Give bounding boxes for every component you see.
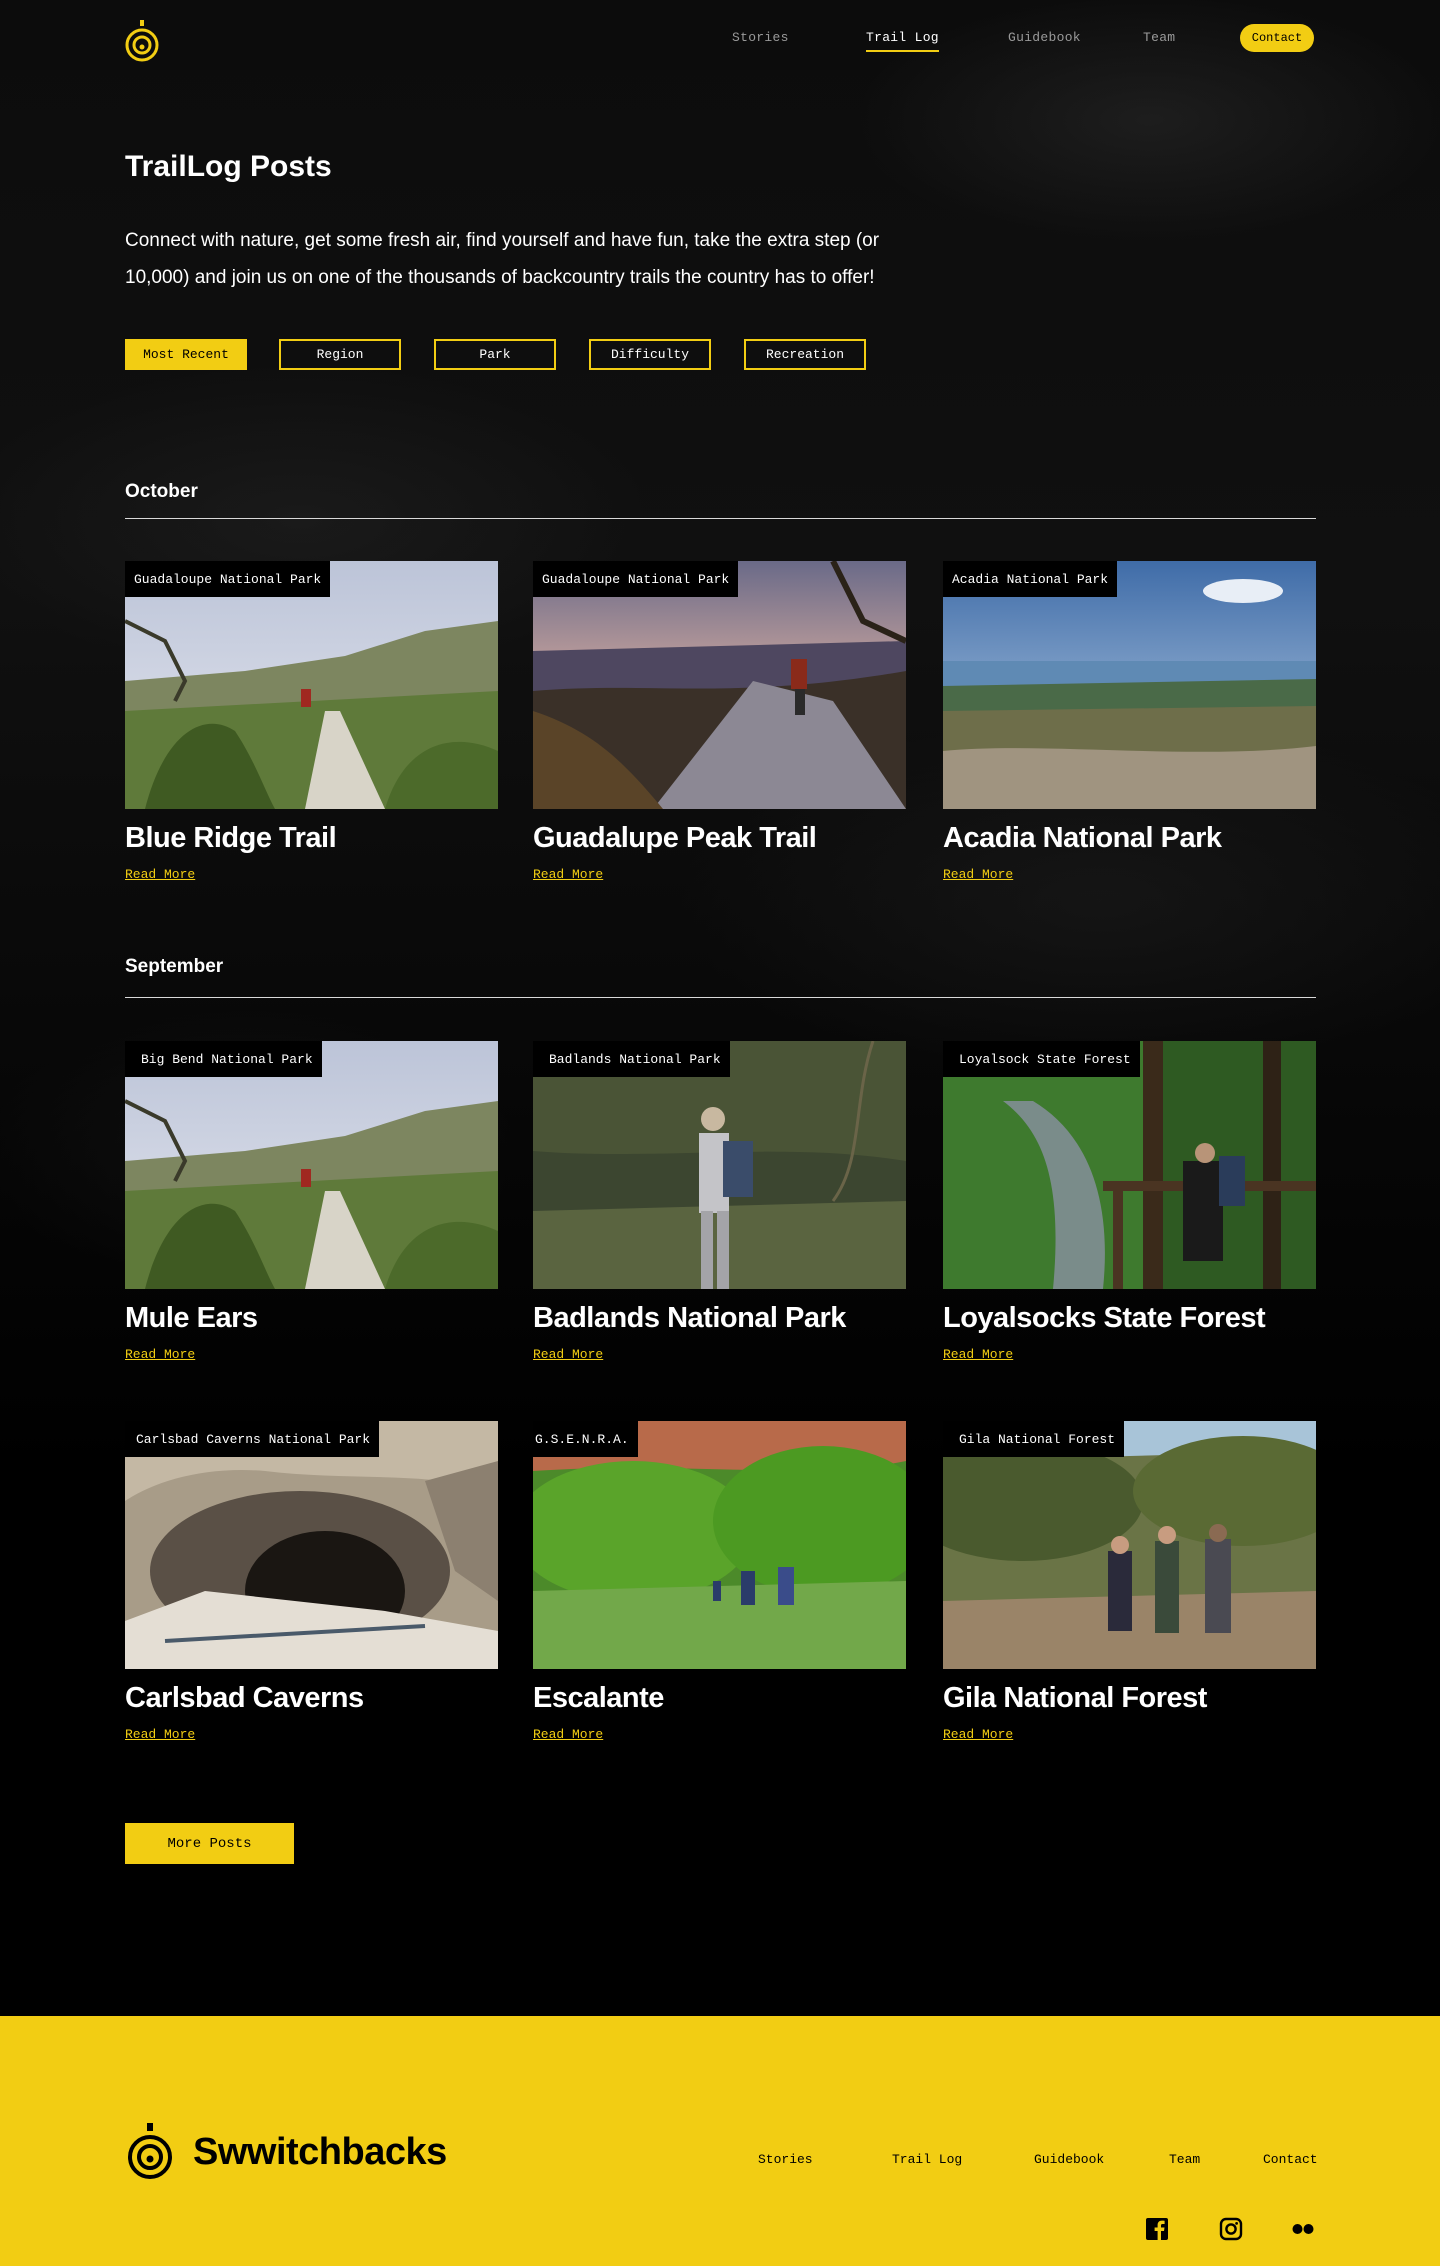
- park-tag: G.S.E.N.R.A.: [533, 1421, 638, 1457]
- filter-park[interactable]: Park: [434, 339, 556, 370]
- footer-link-contact[interactable]: Contact: [1263, 2152, 1318, 2167]
- nav-link-stories[interactable]: Stories: [732, 30, 789, 45]
- read-more-link[interactable]: Read More: [125, 1727, 195, 1742]
- instagram-icon[interactable]: [1219, 2217, 1243, 2241]
- post-title[interactable]: Guadalupe Peak Trail: [533, 822, 906, 855]
- read-more-link[interactable]: Read More: [943, 1727, 1013, 1742]
- post-card: Big Bend National Park Mule Ears Read Mo…: [125, 1041, 498, 1363]
- switchbacks-logo-icon[interactable]: [124, 20, 160, 64]
- section-divider: [125, 997, 1316, 998]
- park-tag: Carlsbad Caverns National Park: [125, 1421, 380, 1457]
- page-title: TrailLog Posts: [125, 150, 332, 183]
- footer-link-team[interactable]: Team: [1169, 2152, 1200, 2167]
- post-image[interactable]: Guadaloupe National Park: [125, 561, 498, 809]
- park-tag: Guadaloupe National Park: [533, 561, 739, 597]
- post-image[interactable]: Carlsbad Caverns National Park: [125, 1421, 498, 1669]
- post-card: Carlsbad Caverns National Park Carlsbad …: [125, 1421, 498, 1743]
- flickr-icon[interactable]: [1291, 2217, 1315, 2241]
- read-more-link[interactable]: Read More: [125, 1347, 195, 1362]
- section-divider: [125, 518, 1316, 519]
- intro-text: Connect with nature, get some fresh air,…: [125, 230, 880, 288]
- switchbacks-logo-icon[interactable]: [126, 2123, 174, 2181]
- post-image[interactable]: Acadia National Park: [943, 561, 1316, 809]
- post-card: Acadia National Park Acadia National Par…: [943, 561, 1316, 883]
- post-title[interactable]: Carlsbad Caverns: [125, 1682, 498, 1715]
- section-heading-october: October: [125, 481, 198, 502]
- contact-button[interactable]: Contact: [1240, 24, 1314, 52]
- park-tag: Guadaloupe National Park: [125, 561, 331, 597]
- section-heading-september: September: [125, 956, 224, 977]
- read-more-link[interactable]: Read More: [125, 867, 195, 882]
- park-tag: Badlands National Park: [533, 1041, 730, 1077]
- facebook-icon[interactable]: [1145, 2217, 1169, 2241]
- filter-region[interactable]: Region: [279, 339, 401, 370]
- footer-link-guidebook[interactable]: Guidebook: [1034, 2152, 1104, 2167]
- post-image[interactable]: Loyalsock State Forest: [943, 1041, 1316, 1289]
- post-title[interactable]: Blue Ridge Trail: [125, 822, 498, 855]
- post-card: G.S.E.N.R.A. Escalante Read More: [533, 1421, 906, 1743]
- post-card: Gila National Forest Gila National Fores…: [943, 1421, 1316, 1743]
- nav-link-guidebook[interactable]: Guidebook: [1008, 30, 1081, 45]
- post-image[interactable]: Big Bend National Park: [125, 1041, 498, 1289]
- park-tag: Gila National Forest: [943, 1421, 1125, 1457]
- post-title[interactable]: Mule Ears: [125, 1302, 498, 1335]
- top-nav: Stories Trail Log Guidebook Team Contact: [0, 0, 1440, 80]
- footer-brand[interactable]: Swwitchbacks: [193, 2131, 447, 2174]
- more-posts-button[interactable]: More Posts: [125, 1823, 294, 1864]
- read-more-link[interactable]: Read More: [533, 1347, 603, 1362]
- post-image[interactable]: Gila National Forest: [943, 1421, 1316, 1669]
- park-tag: Acadia National Park: [943, 561, 1118, 597]
- nav-link-team[interactable]: Team: [1143, 30, 1175, 45]
- post-title[interactable]: Loyalsocks State Forest: [943, 1302, 1316, 1335]
- park-tag: Big Bend National Park: [125, 1041, 322, 1077]
- post-image[interactable]: Badlands National Park: [533, 1041, 906, 1289]
- post-card: Guadaloupe National Park Blue Ridge Trai…: [125, 561, 498, 883]
- post-card: Badlands National Park Badlands National…: [533, 1041, 906, 1363]
- post-image[interactable]: Guadaloupe National Park: [533, 561, 906, 809]
- post-card: Loyalsock State Forest Loyalsocks State …: [943, 1041, 1316, 1363]
- read-more-link[interactable]: Read More: [943, 1347, 1013, 1362]
- post-card: Guadaloupe National Park Guadalupe Peak …: [533, 561, 906, 883]
- post-title[interactable]: Badlands National Park: [533, 1302, 906, 1335]
- read-more-link[interactable]: Read More: [533, 867, 603, 882]
- post-title[interactable]: Gila National Forest: [943, 1682, 1316, 1715]
- post-title[interactable]: Acadia National Park: [943, 822, 1316, 855]
- footer-link-stories[interactable]: Stories: [758, 2152, 813, 2167]
- filter-difficulty[interactable]: Difficulty: [589, 339, 711, 370]
- footer-link-trail-log[interactable]: Trail Log: [892, 2152, 962, 2167]
- nav-link-trail-log[interactable]: Trail Log: [866, 30, 939, 52]
- filter-recreation[interactable]: Recreation: [744, 339, 866, 370]
- filter-most-recent[interactable]: Most Recent: [125, 339, 247, 370]
- post-image[interactable]: G.S.E.N.R.A.: [533, 1421, 906, 1669]
- post-title[interactable]: Escalante: [533, 1682, 906, 1715]
- park-tag: Loyalsock State Forest: [943, 1041, 1140, 1077]
- read-more-link[interactable]: Read More: [533, 1727, 603, 1742]
- read-more-link[interactable]: Read More: [943, 867, 1013, 882]
